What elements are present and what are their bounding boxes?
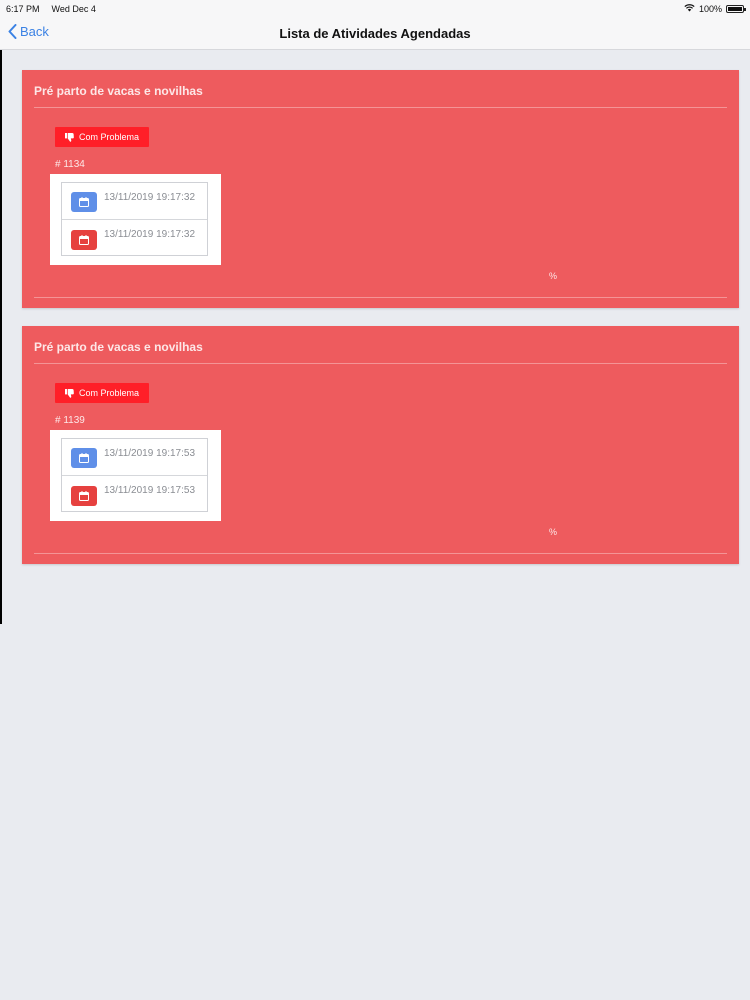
back-label: Back: [20, 24, 49, 39]
activity-id: # 1134: [55, 159, 85, 170]
battery-percent: 100%: [698, 4, 722, 14]
status-bar: 6:17 PM Wed Dec 4 100%: [0, 0, 750, 18]
date-row-end: 13/11/2019 19:17:53: [62, 476, 207, 512]
calendar-icon: [71, 486, 97, 506]
date-row-end: 13/11/2019 19:17:32: [62, 220, 207, 256]
chevron-left-icon: [8, 24, 17, 39]
date-box: 13/11/2019 19:17:53 13/11/2019 19:17:53: [50, 430, 221, 521]
date-row-start: 13/11/2019 19:17:53: [62, 439, 207, 476]
thumbs-down-icon: [65, 132, 74, 142]
date-list: 13/11/2019 19:17:53 13/11/2019 19:17:53: [61, 438, 208, 512]
activity-title: Pré parto de vacas e novilhas: [34, 340, 203, 354]
navigation-bar: Back Lista de Atividades Agendadas: [0, 18, 750, 50]
calendar-icon: [71, 192, 97, 212]
progress-percent: %: [549, 271, 558, 281]
date-end: 13/11/2019 19:17:32: [104, 229, 196, 240]
calendar-icon: [71, 230, 97, 250]
status-label: Com Problema: [79, 132, 140, 142]
progress-percent: %: [549, 527, 558, 537]
status-time: 6:17 PM: [6, 4, 40, 14]
battery-icon: [726, 5, 746, 13]
date-list: 13/11/2019 19:17:32 13/11/2019 19:17:32: [61, 182, 208, 256]
status-badge: Com Problema: [55, 383, 150, 403]
date-box: 13/11/2019 19:17:32 13/11/2019 19:17:32: [50, 174, 221, 265]
activity-id: # 1139: [55, 415, 85, 426]
date-start: 13/11/2019 19:17:53: [104, 448, 196, 459]
window-edge: [0, 0, 2, 624]
divider: [34, 553, 727, 554]
activity-card[interactable]: Pré parto de vacas e novilhas Com Proble…: [22, 326, 739, 564]
activity-title: Pré parto de vacas e novilhas: [34, 84, 203, 98]
status-date: Wed Dec 4: [51, 4, 96, 14]
activity-card[interactable]: Pré parto de vacas e novilhas Com Proble…: [22, 70, 739, 308]
page-title: Lista de Atividades Agendadas: [279, 26, 471, 41]
back-button[interactable]: Back: [8, 24, 49, 39]
divider: [34, 363, 727, 364]
calendar-icon: [71, 448, 97, 468]
thumbs-down-icon: [65, 388, 74, 398]
date-start: 13/11/2019 19:17:32: [104, 192, 196, 203]
divider: [34, 297, 727, 298]
status-badge: Com Problema: [55, 127, 150, 147]
date-end: 13/11/2019 19:17:53: [104, 485, 196, 496]
status-label: Com Problema: [79, 388, 140, 398]
date-row-start: 13/11/2019 19:17:32: [62, 183, 207, 220]
wifi-icon: [684, 4, 695, 14]
divider: [34, 107, 727, 108]
